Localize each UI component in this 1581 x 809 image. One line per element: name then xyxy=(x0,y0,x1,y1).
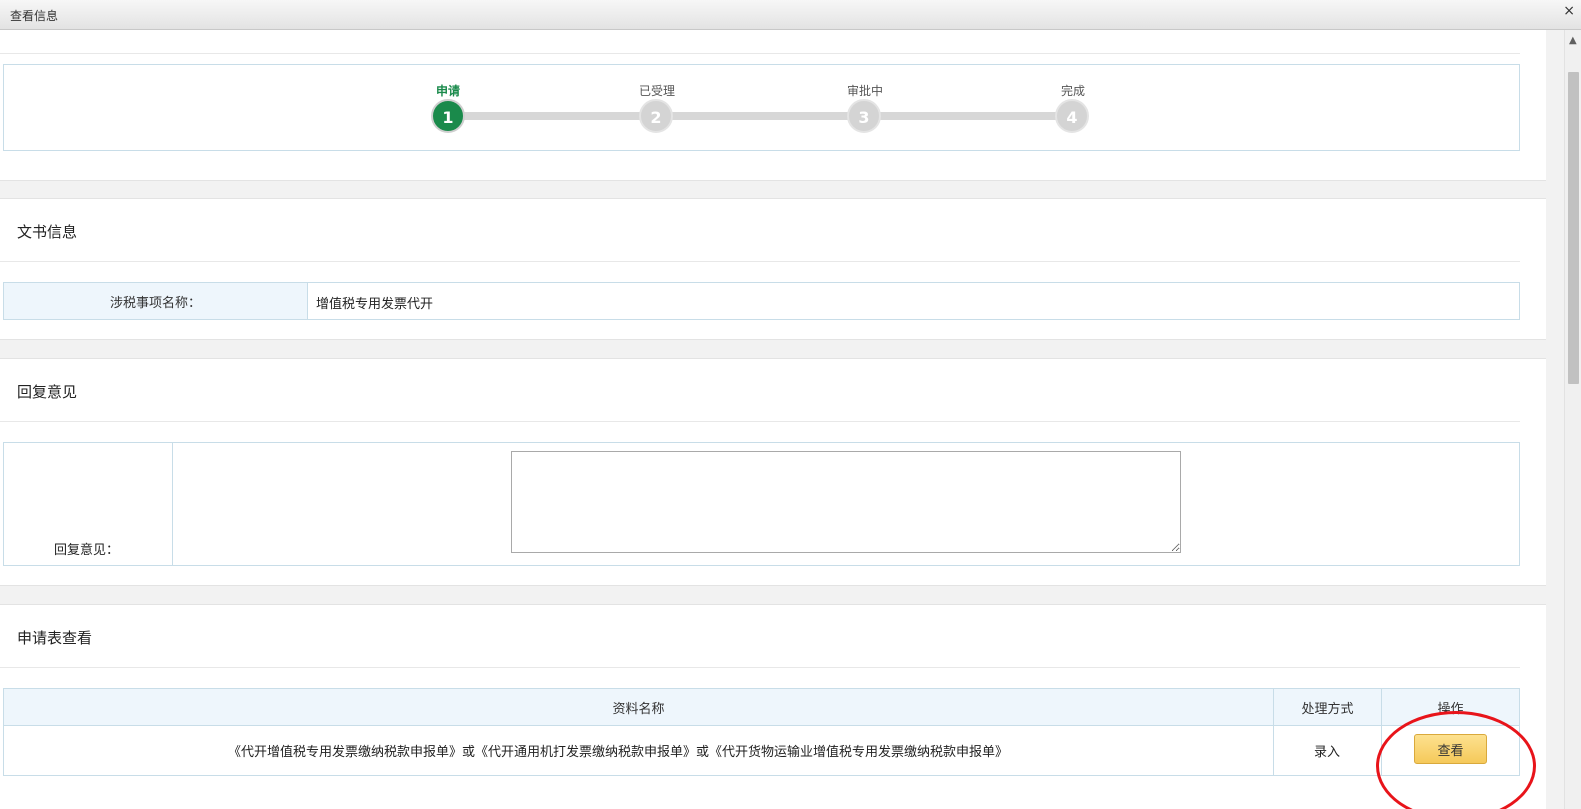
document-info-table: 涉税事项名称： 增值税专用发票代开 xyxy=(3,282,1520,320)
step-label-2: 已受理 xyxy=(638,84,675,98)
panel-divider xyxy=(0,53,1520,54)
step-track xyxy=(448,112,1072,120)
step-label-1: 申请 xyxy=(435,84,460,98)
scrollbar-thumb[interactable] xyxy=(1568,72,1579,384)
cell-separator xyxy=(1381,689,1382,775)
step-circle-1: 1 xyxy=(431,99,465,133)
step-label-4: 完成 xyxy=(1060,84,1085,98)
application-panel: 申请表查看 资料名称 处理方式 操作 《代开增值税专用发票缴纳税款申报单》或《代… xyxy=(0,604,1546,809)
column-header-action: 操作 xyxy=(1382,689,1519,725)
close-icon[interactable]: × xyxy=(1563,3,1575,19)
tax-item-label-cell: 涉税事项名称： xyxy=(4,283,307,319)
column-header-method: 处理方式 xyxy=(1274,689,1381,725)
cell-separator xyxy=(307,283,308,319)
step-circle-3: 3 xyxy=(847,99,881,133)
step-label-3: 审批中 xyxy=(846,84,883,98)
cell-separator xyxy=(172,443,173,565)
reply-title: 回复意见 xyxy=(17,383,78,401)
window-titlebar: 查看信息 × xyxy=(0,0,1581,30)
document-info-title: 文书信息 xyxy=(17,223,78,241)
stepper-box xyxy=(3,64,1520,151)
document-name-cell: 《代开增值税专用发票缴纳税款申报单》或《代开通用机打发票缴纳税款申报单》或《代开… xyxy=(228,745,1009,760)
content-area: 申请 已受理 审批中 完成 1 2 3 4 文书信息 涉税事项名称： 增值税专用… xyxy=(0,30,1551,809)
progress-panel: 申请 已受理 审批中 完成 1 2 3 4 xyxy=(0,30,1546,181)
scroll-up-icon[interactable]: ▲ xyxy=(1569,35,1577,46)
column-header-name: 资料名称 xyxy=(4,689,1273,725)
view-button[interactable]: 查看 xyxy=(1414,734,1487,764)
application-table: 资料名称 处理方式 操作 《代开增值税专用发票缴纳税款申报单》或《代开通用机打发… xyxy=(3,688,1520,776)
column-header-name-label: 资料名称 xyxy=(612,701,665,717)
document-info-panel: 文书信息 涉税事项名称： 增值税专用发票代开 xyxy=(0,198,1546,340)
step-circle-2: 2 xyxy=(639,99,673,133)
vertical-scrollbar[interactable]: ▲ xyxy=(1564,30,1581,809)
step-circle-4: 4 xyxy=(1055,99,1089,133)
column-header-action-label: 操作 xyxy=(1437,701,1464,717)
reply-textarea[interactable] xyxy=(511,451,1181,553)
window-title: 查看信息 xyxy=(10,9,59,23)
application-title: 申请表查看 xyxy=(17,629,93,647)
tax-item-value: 增值税专用发票代开 xyxy=(316,297,434,312)
column-header-method-label: 处理方式 xyxy=(1301,701,1354,717)
panel-divider xyxy=(0,421,1520,422)
row-separator xyxy=(4,725,1519,726)
panel-divider xyxy=(0,667,1520,668)
tax-item-label: 涉税事项名称： xyxy=(109,295,201,311)
reply-label: 回复意见： xyxy=(54,543,120,558)
panel-divider xyxy=(0,261,1520,262)
method-cell: 录入 xyxy=(1314,745,1341,760)
cell-separator xyxy=(1273,689,1274,775)
